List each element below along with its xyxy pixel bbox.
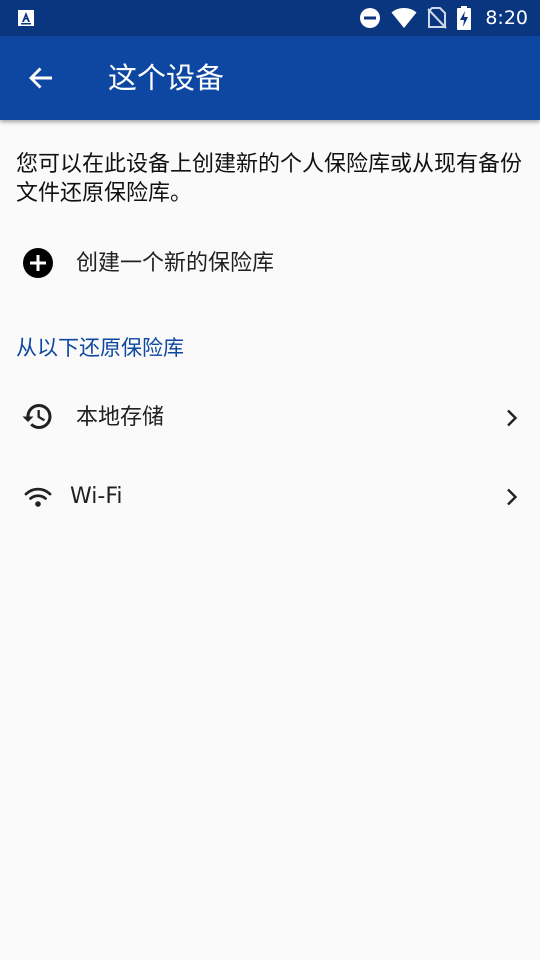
create-vault-label: 创建一个新的保险库 <box>76 251 275 276</box>
arrow-back-icon <box>29 67 52 89</box>
status-bar: 8:20 <box>0 0 540 36</box>
battery-charging-icon <box>457 6 472 30</box>
wifi-icon <box>391 7 417 29</box>
do-not-disturb-icon <box>359 7 381 29</box>
chevron-right-icon <box>507 409 518 427</box>
app-bar: 这个设备 <box>0 36 540 120</box>
page-title: 这个设备 <box>108 61 225 95</box>
back-button[interactable] <box>18 55 64 101</box>
local-storage-label: 本地存储 <box>76 405 165 430</box>
no-sim-icon <box>427 7 448 29</box>
wifi-label: Wi-Fi <box>70 484 123 509</box>
add-circle-icon <box>22 247 54 279</box>
chevron-right-icon <box>507 488 518 506</box>
create-vault-button[interactable]: 创建一个新的保险库 <box>0 227 540 299</box>
app-notification-icon <box>17 9 35 27</box>
restore-local-storage[interactable]: 本地存储 <box>0 382 540 454</box>
restore-section-header: 从以下还原保险库 <box>16 336 184 360</box>
intro-text: 您可以在此设备上创建新的个人保险库或从现有备份文件还原保险库。 <box>16 152 523 206</box>
status-time: 8:20 <box>485 7 528 29</box>
history-icon <box>22 401 54 433</box>
wifi-icon <box>22 481 54 513</box>
restore-wifi[interactable]: Wi-Fi <box>0 461 540 533</box>
